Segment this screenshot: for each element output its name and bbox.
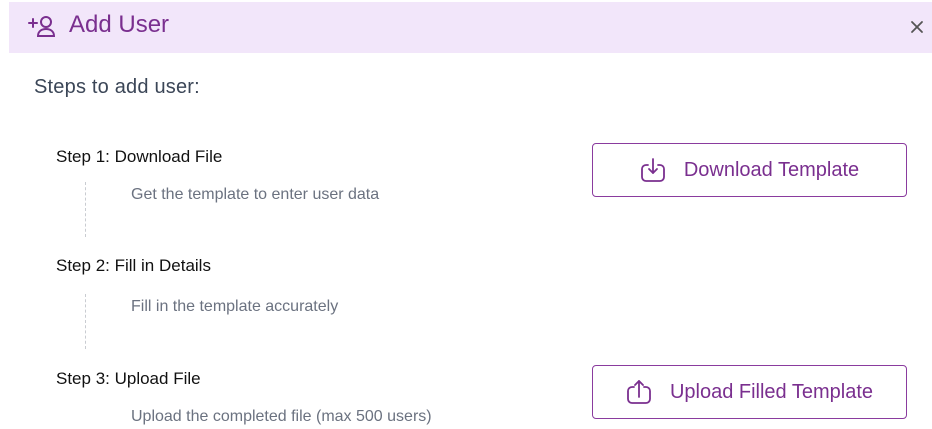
step-3-description: Upload the completed file (max 500 users… [131,408,432,425]
step-2-connector [85,294,86,349]
upload-icon [626,379,652,405]
step-1-title: Step 1: Download File [56,147,223,166]
step-2-description: Fill in the template accurately [131,298,339,315]
step-3-title: Step 3: Upload File [56,369,201,388]
dialog-title: Add User [69,11,170,38]
steps-heading: Steps to add user: [34,76,200,98]
add-user-icon [27,14,57,38]
download-icon [640,157,666,183]
download-template-label: Download Template [683,158,860,181]
step-2-title: Step 2: Fill in Details [56,256,211,275]
close-icon [911,21,923,33]
download-template-button[interactable]: Download Template [592,143,907,197]
upload-filled-template-button[interactable]: Upload Filled Template [592,365,907,419]
step-1-connector [85,182,86,237]
add-user-dialog: Add User Steps to add user: Step 1: Down… [0,0,932,429]
close-button[interactable] [904,14,930,40]
upload-filled-template-label: Upload Filled Template [669,380,874,403]
step-1-description: Get the template to enter user data [131,186,380,203]
dialog-header: Add User [9,2,932,53]
